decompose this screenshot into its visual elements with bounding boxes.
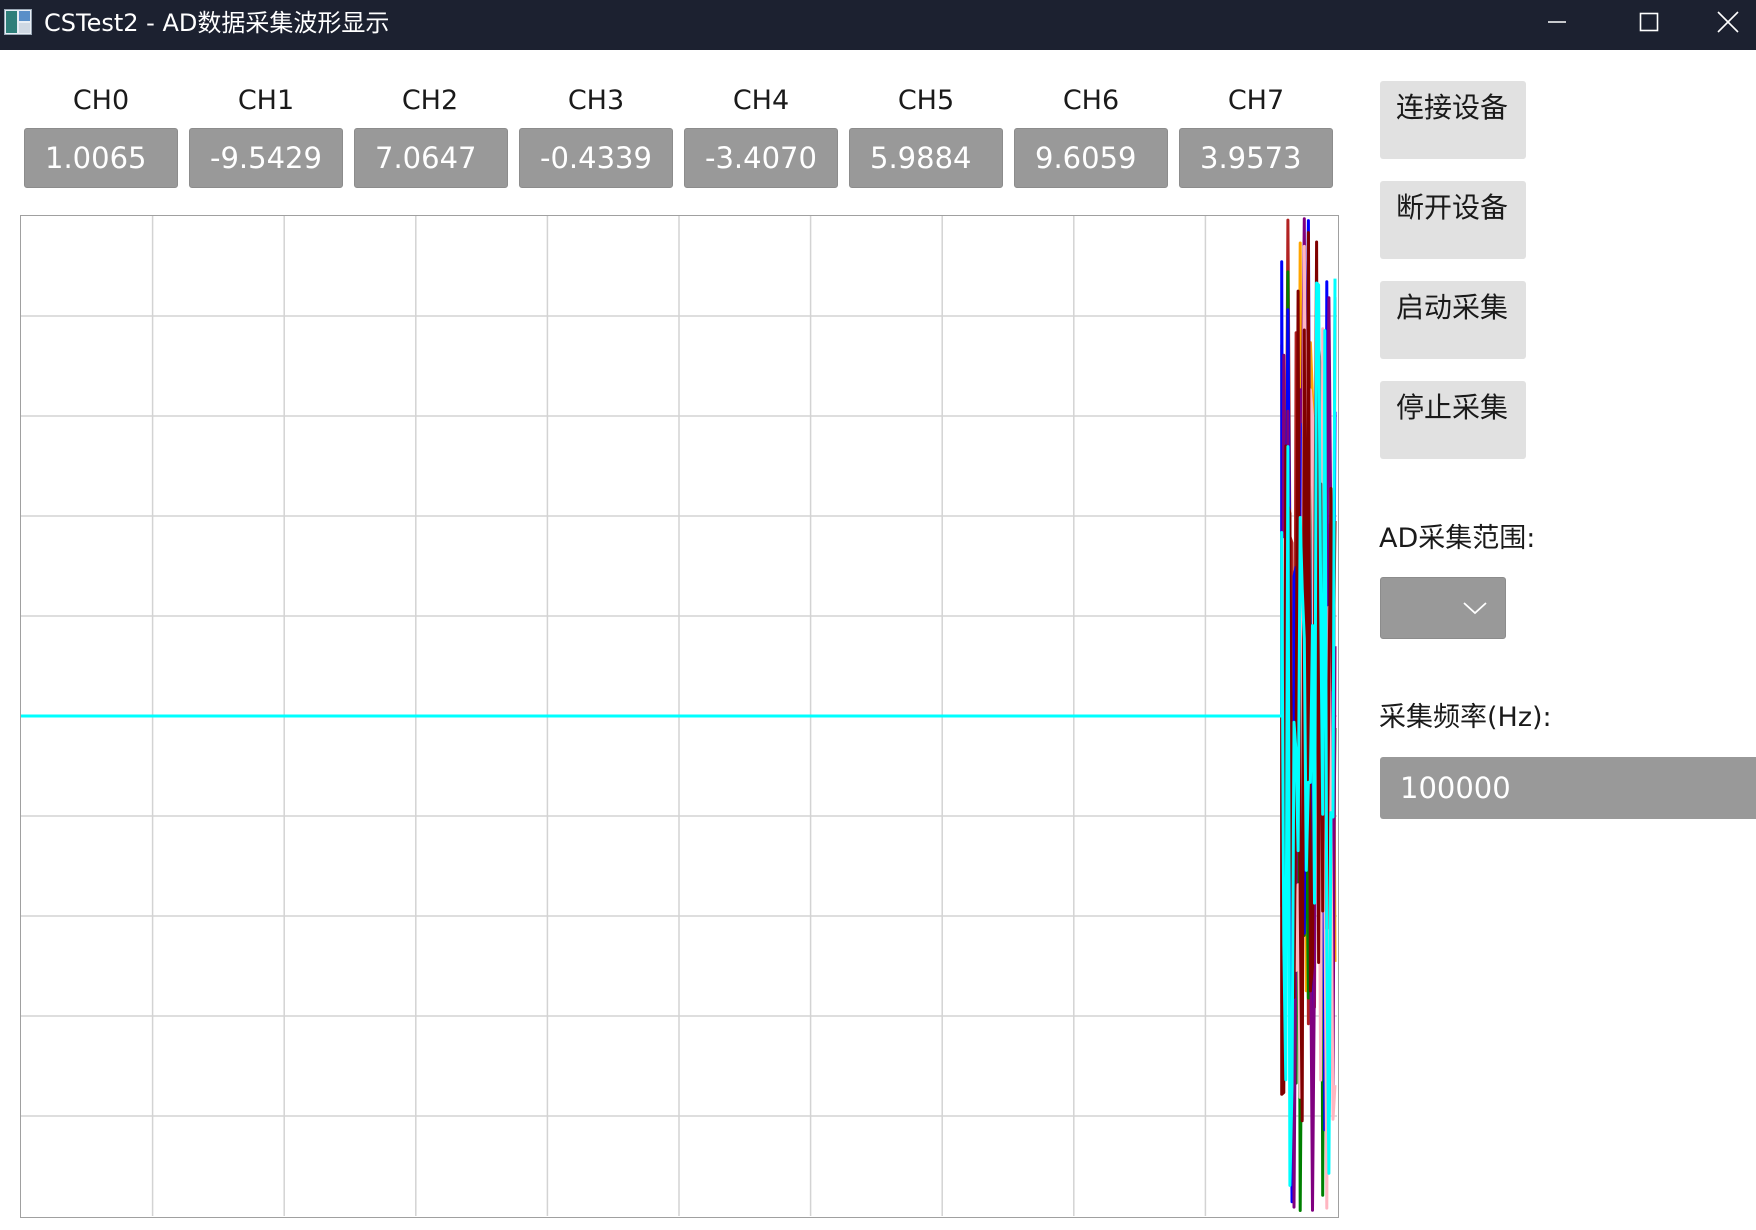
ch5-value: 5.9884 (849, 128, 1003, 188)
ch0-label: CH0 (72, 85, 130, 116)
close-button[interactable] (1700, 0, 1756, 44)
sample-rate-input[interactable]: 100000 (1380, 757, 1756, 819)
waveform-series-ch3 (21, 219, 1337, 1204)
sample-rate-label: 采集频率(Hz): (1379, 702, 1552, 733)
ch1-label: CH1 (237, 85, 295, 116)
waveform-series-ch5 (21, 244, 1337, 1210)
waveform-series-ch7 (21, 278, 1337, 1187)
ch3-value: -0.4339 (519, 128, 673, 188)
ch3-label: CH3 (567, 85, 625, 116)
start-acquisition-button[interactable]: 启动采集 (1380, 281, 1526, 359)
ch6-label: CH6 (1062, 85, 1120, 116)
ch5-label: CH5 (897, 85, 955, 116)
ch2-value: 7.0647 (354, 128, 508, 188)
ad-range-label: AD采集范围: (1379, 523, 1536, 554)
waveform-series-ch1 (21, 241, 1337, 1126)
title-bar: CSTest2 - AD数据采集波形显示 (0, 0, 1756, 50)
waveform-series-ch2 (21, 270, 1337, 1212)
ch4-value: -3.4070 (684, 128, 838, 188)
chevron-down-icon (1463, 602, 1487, 615)
maximize-icon (1639, 12, 1659, 32)
connect-device-button[interactable]: 连接设备 (1380, 81, 1526, 159)
minimize-icon (1548, 21, 1566, 23)
ch0-value: 1.0065 (24, 128, 178, 188)
window-title: CSTest2 - AD数据采集波形显示 (44, 9, 390, 37)
ch6-value: 9.6059 (1014, 128, 1168, 188)
ch2-label: CH2 (401, 85, 459, 116)
waveform-chart (20, 215, 1339, 1218)
maximize-button[interactable] (1612, 0, 1686, 44)
ad-range-dropdown[interactable] (1380, 577, 1506, 639)
disconnect-device-button[interactable]: 断开设备 (1380, 181, 1526, 259)
ch7-value: 3.9573 (1179, 128, 1333, 188)
waveform-series-ch6 (21, 231, 1337, 1123)
stop-acquisition-button[interactable]: 停止采集 (1380, 381, 1526, 459)
minimize-button[interactable] (1520, 0, 1594, 44)
close-icon (1717, 11, 1739, 33)
ch4-label: CH4 (732, 85, 790, 116)
waveform-series-ch0 (21, 218, 1337, 1107)
waveform-svg (21, 216, 1337, 1216)
ch7-label: CH7 (1227, 85, 1285, 116)
ch1-value: -9.5429 (189, 128, 343, 188)
app-icon (4, 9, 32, 35)
